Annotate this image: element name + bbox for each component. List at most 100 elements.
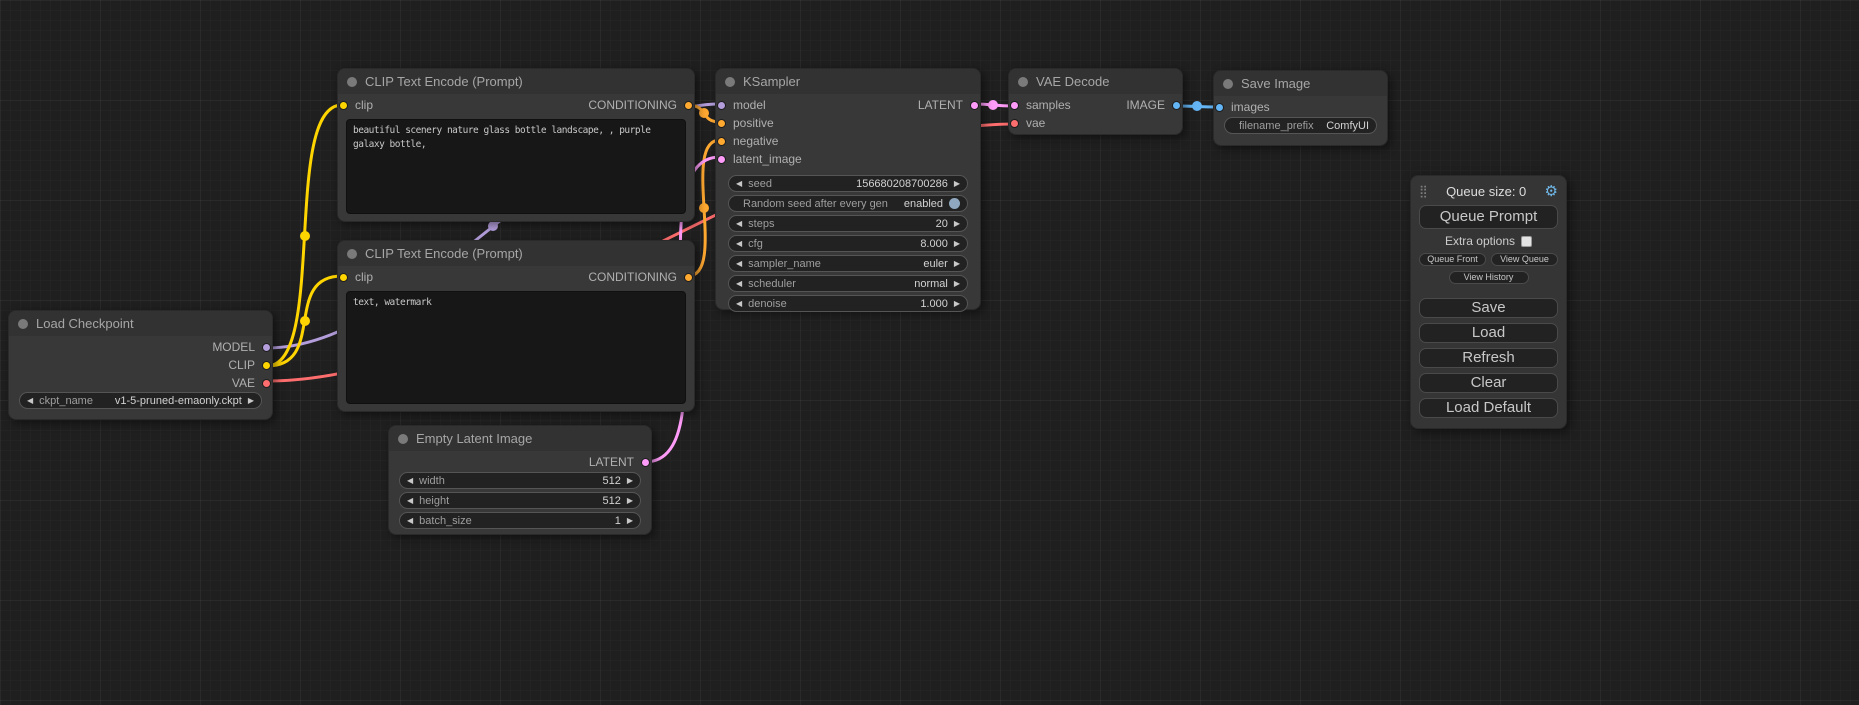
input-slot-model[interactable]: model: [717, 98, 766, 112]
decrement-arrow-icon[interactable]: ◀: [407, 497, 413, 505]
slot-dot-latent[interactable]: [717, 155, 726, 164]
increment-arrow-icon[interactable]: ▶: [954, 240, 960, 248]
decrement-arrow-icon[interactable]: ◀: [27, 397, 33, 405]
slot-dot-conditioning[interactable]: [717, 119, 726, 128]
input-slot-images[interactable]: images: [1215, 100, 1270, 114]
input-slot-negative[interactable]: negative: [717, 134, 778, 148]
slot-dot-conditioning[interactable]: [684, 101, 693, 110]
collapse-dot-icon[interactable]: [398, 434, 408, 444]
widget-denoise[interactable]: ◀ denoise 1.000 ▶: [728, 295, 968, 312]
view-queue-button[interactable]: View Queue: [1491, 253, 1558, 266]
decrement-arrow-icon[interactable]: ◀: [736, 280, 742, 288]
increment-arrow-icon[interactable]: ▶: [954, 180, 960, 188]
node-titlebar[interactable]: CLIP Text Encode (Prompt): [338, 241, 694, 266]
refresh-button[interactable]: Refresh: [1419, 348, 1558, 368]
input-slot-clip[interactable]: clip: [339, 270, 373, 284]
node-vae-decode[interactable]: VAE Decode samples IMAGE vae: [1008, 68, 1183, 135]
load-default-button[interactable]: Load Default: [1419, 398, 1558, 418]
collapse-dot-icon[interactable]: [725, 77, 735, 87]
prompt-textarea[interactable]: text, watermark: [346, 291, 686, 404]
widget-cfg[interactable]: ◀ cfg 8.000 ▶: [728, 235, 968, 252]
slot-dot-model[interactable]: [717, 101, 726, 110]
node-clip-text-encode-positive[interactable]: CLIP Text Encode (Prompt) clip CONDITION…: [337, 68, 695, 222]
increment-arrow-icon[interactable]: ▶: [248, 397, 254, 405]
widget-random-seed-toggle[interactable]: Random seed after every gen enabled: [728, 195, 968, 212]
increment-arrow-icon[interactable]: ▶: [954, 300, 960, 308]
clear-button[interactable]: Clear: [1419, 373, 1558, 393]
decrement-arrow-icon[interactable]: ◀: [736, 180, 742, 188]
collapse-dot-icon[interactable]: [1223, 79, 1233, 89]
increment-arrow-icon[interactable]: ▶: [954, 260, 960, 268]
input-slot-latent-image[interactable]: latent_image: [717, 152, 802, 166]
settings-gear-icon[interactable]: ⚙: [1545, 184, 1558, 199]
node-titlebar[interactable]: Save Image: [1214, 71, 1387, 96]
extra-options-checkbox[interactable]: [1521, 236, 1532, 247]
widget-ckpt-name[interactable]: ◀ ckpt_name v1-5-pruned-emaonly.ckpt ▶: [19, 392, 262, 409]
toggle-icon[interactable]: [949, 198, 960, 209]
node-load-checkpoint[interactable]: Load Checkpoint MODEL CLIP VAE: [8, 310, 273, 420]
output-slot-clip[interactable]: CLIP: [228, 358, 271, 372]
widget-seed[interactable]: ◀ seed 156680208700286 ▶: [728, 175, 968, 192]
queue-front-button[interactable]: Queue Front: [1419, 253, 1486, 266]
node-ksampler[interactable]: KSampler model LATENT positive: [715, 68, 981, 310]
output-slot-model[interactable]: MODEL: [212, 340, 271, 354]
slot-dot-conditioning[interactable]: [684, 273, 693, 282]
node-empty-latent-image[interactable]: Empty Latent Image LATENT ◀ width 512 ▶ …: [388, 425, 652, 535]
decrement-arrow-icon[interactable]: ◀: [407, 517, 413, 525]
collapse-dot-icon[interactable]: [18, 319, 28, 329]
widget-width[interactable]: ◀ width 512 ▶: [399, 472, 641, 489]
slot-dot-latent[interactable]: [1010, 101, 1019, 110]
decrement-arrow-icon[interactable]: ◀: [407, 477, 413, 485]
node-titlebar[interactable]: KSampler: [716, 69, 980, 94]
decrement-arrow-icon[interactable]: ◀: [736, 220, 742, 228]
node-titlebar[interactable]: Load Checkpoint: [9, 311, 272, 336]
increment-arrow-icon[interactable]: ▶: [954, 280, 960, 288]
slot-dot-image[interactable]: [1172, 101, 1181, 110]
slot-dot-latent[interactable]: [641, 458, 650, 467]
drag-handle-icon[interactable]: ⣿: [1419, 184, 1428, 198]
decrement-arrow-icon[interactable]: ◀: [736, 240, 742, 248]
slot-dot-model[interactable]: [262, 343, 271, 352]
widget-batch-size[interactable]: ◀ batch_size 1 ▶: [399, 512, 641, 529]
widget-steps[interactable]: ◀ steps 20 ▶: [728, 215, 968, 232]
node-titlebar[interactable]: CLIP Text Encode (Prompt): [338, 69, 694, 94]
increment-arrow-icon[interactable]: ▶: [627, 477, 633, 485]
widget-height[interactable]: ◀ height 512 ▶: [399, 492, 641, 509]
decrement-arrow-icon[interactable]: ◀: [736, 300, 742, 308]
slot-dot-clip[interactable]: [339, 101, 348, 110]
prompt-textarea[interactable]: beautiful scenery nature glass bottle la…: [346, 119, 686, 214]
slot-dot-conditioning[interactable]: [717, 137, 726, 146]
slot-dot-vae[interactable]: [262, 379, 271, 388]
node-graph-canvas[interactable]: CLIP Text Encode (Prompt) clip CONDITION…: [0, 0, 1859, 705]
output-slot-conditioning[interactable]: CONDITIONING: [588, 270, 693, 284]
input-slot-clip[interactable]: clip: [339, 98, 373, 112]
output-slot-vae[interactable]: VAE: [232, 376, 271, 390]
collapse-dot-icon[interactable]: [347, 77, 357, 87]
view-history-button[interactable]: View History: [1449, 271, 1529, 284]
load-button[interactable]: Load: [1419, 323, 1558, 343]
output-slot-latent[interactable]: LATENT: [918, 98, 979, 112]
slot-dot-latent[interactable]: [970, 101, 979, 110]
widget-scheduler[interactable]: ◀ scheduler normal ▶: [728, 275, 968, 292]
node-titlebar[interactable]: Empty Latent Image: [389, 426, 651, 451]
slot-dot-clip[interactable]: [262, 361, 271, 370]
increment-arrow-icon[interactable]: ▶: [627, 517, 633, 525]
widget-filename-prefix[interactable]: filename_prefix ComfyUI: [1224, 117, 1377, 134]
output-slot-latent[interactable]: LATENT: [589, 455, 650, 469]
save-button[interactable]: Save: [1419, 298, 1558, 318]
node-clip-text-encode-negative[interactable]: CLIP Text Encode (Prompt) clip CONDITION…: [337, 240, 695, 412]
input-slot-vae[interactable]: vae: [1010, 116, 1045, 130]
input-slot-positive[interactable]: positive: [717, 116, 774, 130]
decrement-arrow-icon[interactable]: ◀: [736, 260, 742, 268]
collapse-dot-icon[interactable]: [1018, 77, 1028, 87]
widget-sampler-name[interactable]: ◀ sampler_name euler ▶: [728, 255, 968, 272]
node-titlebar[interactable]: VAE Decode: [1009, 69, 1182, 94]
slot-dot-image[interactable]: [1215, 103, 1224, 112]
output-slot-image[interactable]: IMAGE: [1126, 98, 1181, 112]
slot-dot-vae[interactable]: [1010, 119, 1019, 128]
queue-prompt-button[interactable]: Queue Prompt: [1419, 205, 1558, 229]
output-slot-conditioning[interactable]: CONDITIONING: [588, 98, 693, 112]
increment-arrow-icon[interactable]: ▶: [627, 497, 633, 505]
input-slot-samples[interactable]: samples: [1010, 98, 1071, 112]
collapse-dot-icon[interactable]: [347, 249, 357, 259]
